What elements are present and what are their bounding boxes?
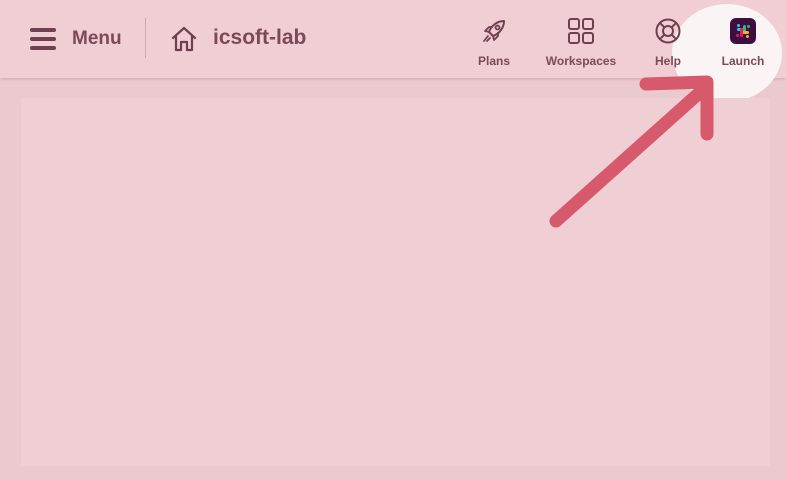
nav-plans-label: Plans <box>477 54 510 68</box>
nav-workspaces[interactable]: Workspaces <box>545 16 617 68</box>
rocket-icon <box>483 20 505 42</box>
home-icon <box>171 26 197 52</box>
home-button[interactable] <box>170 22 198 56</box>
hamburger-icon <box>30 28 56 50</box>
nav-help-label: Help <box>654 54 681 68</box>
workspace-name: icsoft-lab <box>213 26 307 49</box>
top-navigation-bar: Menu icsoft-lab Plans Workspaces Help La… <box>0 0 786 102</box>
nav-plans[interactable]: Plans <box>474 16 514 68</box>
main-content-area <box>21 98 770 466</box>
nav-launch[interactable]: Launch <box>721 16 765 68</box>
menu-button[interactable]: Menu <box>30 22 122 56</box>
nav-help[interactable]: Help <box>652 16 684 68</box>
header-divider <box>145 18 146 58</box>
grid-icon <box>568 18 594 44</box>
slack-logo-icon <box>730 18 756 44</box>
menu-label: Menu <box>72 28 122 49</box>
lifebuoy-icon <box>655 18 681 44</box>
nav-workspaces-label: Workspaces <box>545 54 617 68</box>
nav-launch-label: Launch <box>721 54 765 68</box>
